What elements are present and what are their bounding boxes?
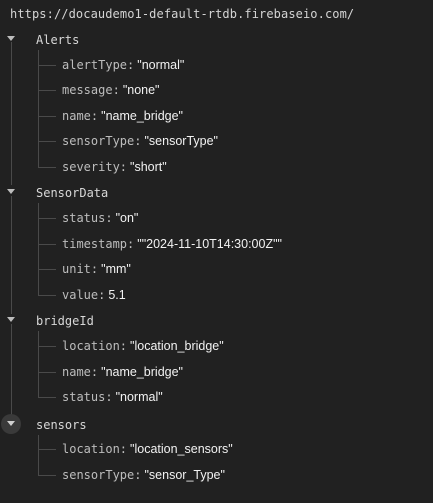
tree-guide-line bbox=[38, 295, 56, 296]
tree-guide-line bbox=[38, 449, 56, 450]
node-key: bridgeId bbox=[36, 314, 94, 328]
tree-guide-line bbox=[38, 435, 39, 475]
leaf-value[interactable]: "sensor_Type" bbox=[144, 468, 224, 482]
leaf-value[interactable]: "mm" bbox=[101, 262, 131, 276]
tree-guide-line bbox=[38, 475, 56, 476]
leaf-key: name bbox=[62, 365, 91, 379]
leaf-key: value bbox=[62, 288, 99, 302]
leaf-key: severity bbox=[62, 160, 120, 174]
tree-guide-line bbox=[38, 244, 56, 245]
caret-down-icon[interactable] bbox=[4, 187, 18, 199]
leaf-key: sensorType bbox=[62, 134, 135, 148]
leaf-value[interactable]: "normal" bbox=[116, 390, 163, 404]
tree-leaf-status[interactable]: status: "on" bbox=[62, 210, 138, 232]
tree-guide-line bbox=[11, 42, 12, 185]
tree-guide-line bbox=[38, 50, 39, 167]
leaf-value[interactable]: "on" bbox=[116, 211, 139, 225]
leaf-key: sensorType bbox=[62, 468, 135, 482]
tree-leaf-sensortype[interactable]: sensorType: "sensorType" bbox=[62, 133, 218, 155]
leaf-value[interactable]: "sensorType" bbox=[144, 134, 218, 148]
tree-leaf-timestamp[interactable]: timestamp: ""2024-11-10T14:30:00Z"" bbox=[62, 236, 282, 258]
leaf-value[interactable]: "name_bridge" bbox=[101, 365, 183, 379]
leaf-value[interactable]: "normal" bbox=[137, 58, 184, 72]
leaf-value[interactable]: "location_sensors" bbox=[130, 442, 233, 456]
tree-guide-line bbox=[11, 324, 12, 416]
tree-guide-line bbox=[38, 269, 56, 270]
leaf-value[interactable]: "name_bridge" bbox=[101, 109, 183, 123]
leaf-key: status bbox=[62, 211, 106, 225]
tree-guide-line bbox=[38, 90, 56, 91]
leaf-key: status bbox=[62, 390, 106, 404]
tree-leaf-name[interactable]: name: "name_bridge" bbox=[62, 108, 183, 130]
tree-leaf-location[interactable]: location: "location_sensors" bbox=[62, 441, 233, 463]
leaf-value[interactable]: "none" bbox=[123, 83, 160, 97]
tree-leaf-severity[interactable]: severity: "short" bbox=[62, 159, 167, 181]
tree-guide-line bbox=[38, 203, 39, 295]
caret-down-icon[interactable] bbox=[4, 315, 18, 327]
caret-down-icon[interactable] bbox=[4, 34, 18, 46]
tree-node-sensors[interactable]: sensors bbox=[0, 414, 433, 436]
node-key: SensorData bbox=[36, 186, 109, 200]
leaf-key: name bbox=[62, 109, 91, 123]
tree-guide-line bbox=[38, 116, 56, 117]
leaf-key: unit bbox=[62, 262, 91, 276]
leaf-key: message bbox=[62, 83, 113, 97]
leaf-key: alertType bbox=[62, 58, 128, 72]
leaf-value[interactable]: "location_bridge" bbox=[130, 339, 224, 353]
tree-leaf-message[interactable]: message: "none" bbox=[62, 82, 160, 104]
tree-guide-line bbox=[38, 331, 39, 397]
leaf-value[interactable]: ""2024-11-10T14:30:00Z"" bbox=[137, 237, 282, 251]
database-root-url[interactable]: https://docaudemo1-default-rtdb.firebase… bbox=[10, 6, 354, 22]
leaf-key: location bbox=[62, 442, 120, 456]
tree-guide-line bbox=[11, 196, 12, 314]
tree-guide-line bbox=[38, 141, 56, 142]
leaf-value[interactable]: "short" bbox=[130, 160, 167, 174]
leaf-key: timestamp bbox=[62, 237, 128, 251]
tree-leaf-name[interactable]: name: "name_bridge" bbox=[62, 364, 183, 386]
tree-node-sensordata[interactable]: SensorData bbox=[0, 182, 433, 204]
node-key: Alerts bbox=[36, 33, 80, 47]
tree-guide-line bbox=[38, 218, 56, 219]
tree-guide-line bbox=[38, 346, 56, 347]
tree-guide-line bbox=[38, 65, 56, 66]
tree-leaf-location[interactable]: location: "location_bridge" bbox=[62, 338, 224, 360]
node-key: sensors bbox=[36, 418, 87, 432]
leaf-value[interactable]: 5.1 bbox=[108, 288, 125, 302]
tree-leaf-unit[interactable]: unit: "mm" bbox=[62, 261, 131, 283]
tree-guide-line bbox=[38, 372, 56, 373]
caret-down-icon[interactable] bbox=[1, 414, 21, 434]
tree-leaf-sensortype[interactable]: sensorType: "sensor_Type" bbox=[62, 467, 225, 489]
tree-leaf-status[interactable]: status: "normal" bbox=[62, 389, 163, 411]
tree-guide-line bbox=[38, 397, 56, 398]
tree-node-alerts[interactable]: Alerts bbox=[0, 29, 433, 51]
tree-leaf-alerttype[interactable]: alertType: "normal" bbox=[62, 57, 184, 79]
tree-leaf-value[interactable]: value: 5.1 bbox=[62, 287, 126, 309]
leaf-key: location bbox=[62, 339, 120, 353]
tree-node-bridgeid[interactable]: bridgeId bbox=[0, 310, 433, 332]
tree-guide-line bbox=[38, 167, 56, 168]
